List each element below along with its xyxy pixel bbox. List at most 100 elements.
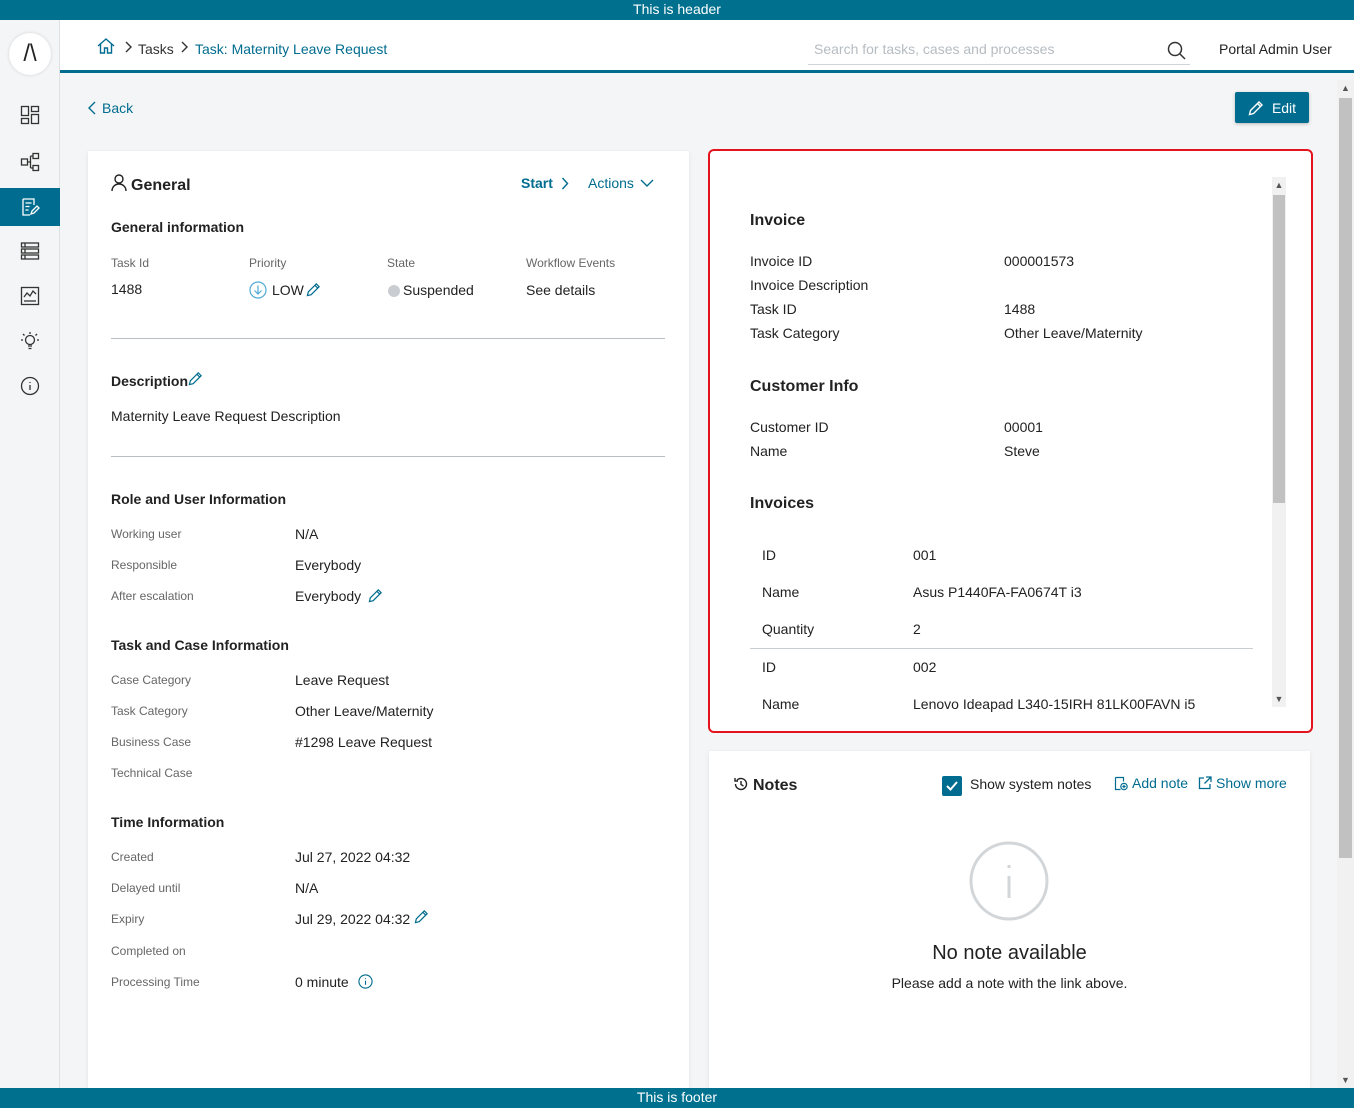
sidebar-item-info[interactable] <box>0 367 60 405</box>
tasks-icon <box>22 198 40 216</box>
chevron-right-icon <box>180 40 188 56</box>
start-label: Start <box>521 175 553 191</box>
created-label: Created <box>111 850 154 864</box>
sidebar-item-cases[interactable] <box>0 232 60 270</box>
sidebar-item-statistics[interactable] <box>0 277 60 315</box>
process-icon <box>20 152 40 172</box>
back-label: Back <box>102 100 134 116</box>
working-user-label: Working user <box>111 527 182 541</box>
working-user-value: N/A <box>295 526 319 542</box>
priority-value: LOW <box>272 282 304 298</box>
processing-value: 0 minute <box>295 974 349 990</box>
pencil-icon[interactable] <box>188 371 203 389</box>
state-label: State <box>387 256 416 270</box>
history-icon <box>733 776 749 795</box>
customer-name-value: Steve <box>1004 443 1040 459</box>
after-escalation-label: After escalation <box>111 589 194 603</box>
show-system-notes-label: Show system notes <box>970 776 1092 792</box>
page-scrollbar[interactable]: ▲ ▼ <box>1337 80 1354 1088</box>
sidebar-item-processes[interactable] <box>0 143 60 181</box>
pencil-icon[interactable] <box>368 588 383 606</box>
scroll-down-icon[interactable]: ▼ <box>1272 691 1286 707</box>
customer-id-label: Customer ID <box>750 419 829 435</box>
invoice-scrollbar[interactable]: ▲ ▼ <box>1272 177 1286 707</box>
header-banner: This is header <box>0 0 1354 20</box>
divider <box>111 456 665 457</box>
invoices-title: Invoices <box>750 495 815 512</box>
pencil-icon[interactable] <box>414 909 429 927</box>
start-button[interactable]: Start <box>521 175 569 191</box>
user-name[interactable]: Portal Admin User <box>1219 41 1332 57</box>
edit-button[interactable]: Edit <box>1235 92 1309 123</box>
info-icon[interactable] <box>358 974 373 992</box>
invoice-id-value: 000001573 <box>1004 253 1075 269</box>
back-button[interactable]: Back <box>88 100 133 116</box>
business-case-label: Business Case <box>111 735 192 749</box>
lightbulb-icon <box>21 332 39 350</box>
show-more-label: Show more <box>1216 775 1287 791</box>
general-title: General <box>131 177 191 194</box>
chevron-right-icon <box>561 177 569 189</box>
show-more-button[interactable]: Show more <box>1198 775 1287 791</box>
invoice-id-label: Invoice ID <box>750 253 813 269</box>
sidebar-item-tasks[interactable] <box>0 188 60 226</box>
description-value: Maternity Leave Request Description <box>111 408 341 424</box>
task-case-info-title: Task and Case Information <box>111 637 289 653</box>
invoice-description-label: Invoice Description <box>750 277 869 293</box>
invoice-task-id-value: 1488 <box>1004 301 1036 317</box>
invoice-title: Invoice <box>750 212 806 229</box>
delayed-value: N/A <box>295 880 319 896</box>
table-cell: 002 <box>913 659 937 675</box>
notes-title: Notes <box>753 777 798 794</box>
pencil-icon[interactable] <box>306 282 321 300</box>
priority-label: Priority <box>249 256 287 270</box>
responsible-value: Everybody <box>295 557 362 573</box>
table-row: ID <box>762 547 776 563</box>
breadcrumb-tasks[interactable]: Tasks <box>138 41 174 57</box>
task-id-label: Task Id <box>111 256 150 270</box>
customer-name-label: Name <box>750 443 788 459</box>
info-icon <box>20 376 40 396</box>
delayed-label: Delayed until <box>111 881 181 895</box>
add-note-icon <box>1114 776 1128 790</box>
show-system-notes-checkbox[interactable] <box>942 776 962 796</box>
task-category-value: Other Leave/Maternity <box>295 703 434 719</box>
pencil-icon <box>1248 100 1263 115</box>
add-note-label: Add note <box>1132 775 1189 791</box>
expiry-value: Jul 29, 2022 04:32 <box>295 911 411 927</box>
responsible-label: Responsible <box>111 558 178 572</box>
scroll-down-icon[interactable]: ▼ <box>1337 1072 1354 1088</box>
dashboard-icon <box>20 105 40 125</box>
scroll-up-icon[interactable]: ▲ <box>1337 80 1354 96</box>
cases-icon <box>20 242 40 260</box>
table-row: Name <box>762 584 800 600</box>
search-input[interactable] <box>808 35 1148 63</box>
check-icon <box>946 781 958 791</box>
case-category-label: Case Category <box>111 673 192 687</box>
home-icon[interactable] <box>97 38 115 57</box>
table-row: ID <box>762 659 776 675</box>
row-divider <box>750 648 1253 649</box>
after-escalation-value: Everybody <box>295 588 362 604</box>
scroll-thumb[interactable] <box>1339 98 1352 858</box>
sidebar-item-ideas[interactable] <box>0 322 60 360</box>
add-note-button[interactable]: Add note <box>1114 775 1188 791</box>
priority-low-icon <box>249 281 267 302</box>
state-dot <box>388 285 400 297</box>
business-case-link[interactable]: #1298 Leave Request <box>295 734 432 750</box>
general-card: General Start Actions General informatio… <box>88 151 689 1088</box>
time-info-title: Time Information <box>111 814 225 830</box>
scroll-thumb[interactable] <box>1273 195 1285 503</box>
logo[interactable]: /\ <box>9 33 51 75</box>
user-icon <box>111 174 127 195</box>
scroll-up-icon[interactable]: ▲ <box>1272 177 1286 193</box>
search-icon[interactable] <box>1167 41 1186 63</box>
workflow-events-label: Workflow Events <box>526 256 616 270</box>
see-details-link[interactable]: See details <box>526 282 595 298</box>
empty-notes-hint: Please add a note with the link above. <box>891 975 1128 991</box>
actions-dropdown[interactable]: Actions <box>588 175 654 191</box>
app-header: Tasks Task: Maternity Leave Request Port… <box>60 20 1354 73</box>
table-cell: 2 <box>913 621 921 637</box>
sidebar-item-dashboard[interactable] <box>0 96 60 134</box>
invoice-task-id-label: Task ID <box>750 301 797 317</box>
